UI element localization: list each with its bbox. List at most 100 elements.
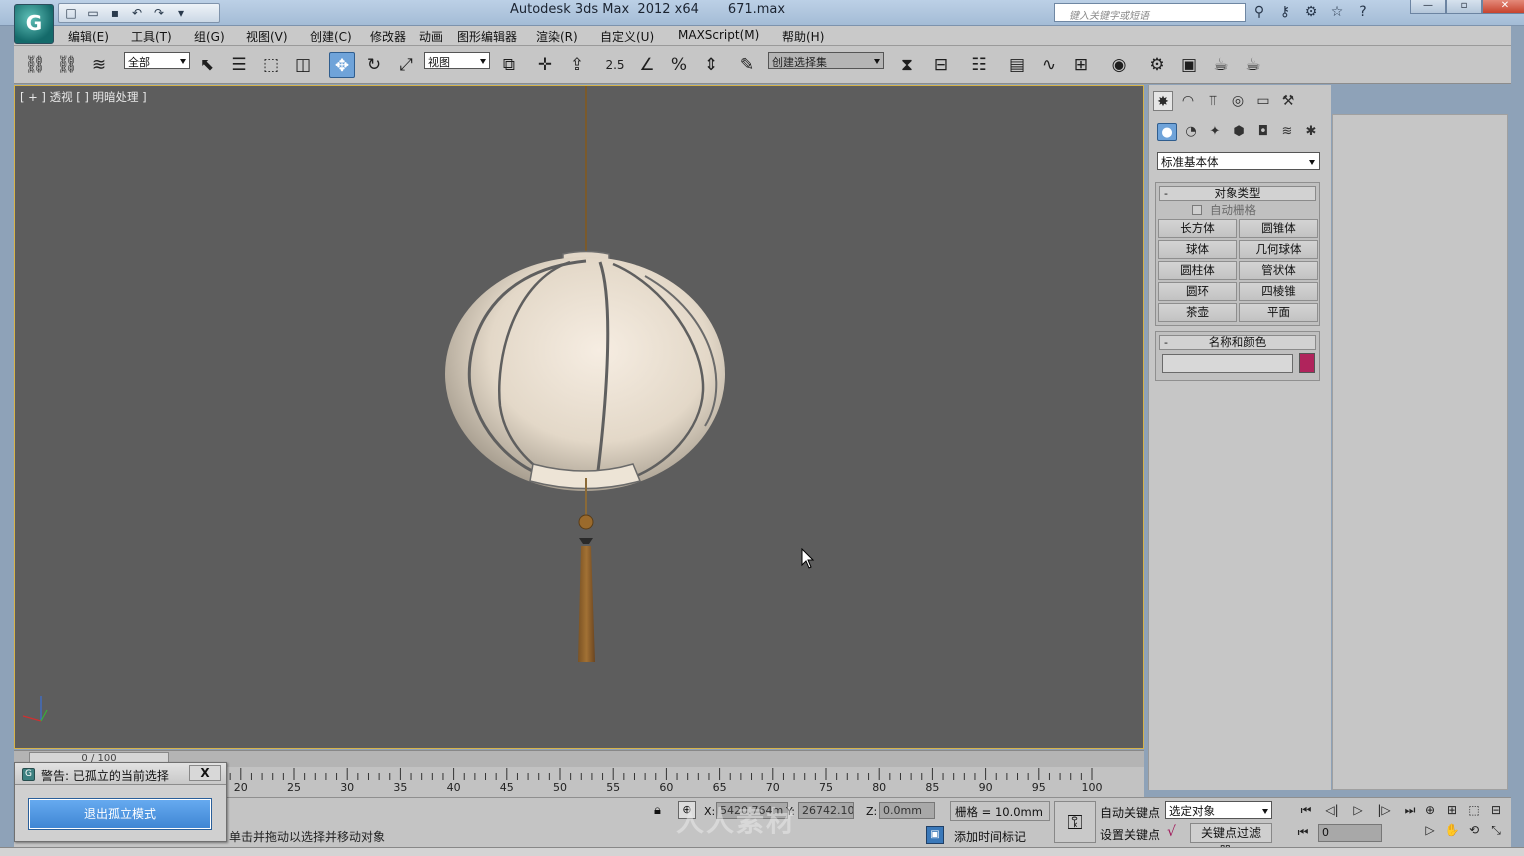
layer-manager-icon[interactable]: ☷ (966, 52, 992, 78)
link-icon[interactable]: ⛓ (22, 52, 48, 78)
add-time-tag-icon[interactable]: ▣ (926, 826, 944, 844)
render-production-icon[interactable]: ☕ (1208, 52, 1234, 78)
render-iterative-icon[interactable]: ☕ (1240, 52, 1266, 78)
close-button[interactable]: ✕ (1482, 0, 1524, 14)
geosphere-button[interactable]: 几何球体 (1239, 240, 1318, 259)
key-mode-toggle-icon[interactable]: ⏮ (1296, 824, 1310, 840)
unlink-icon[interactable]: ⛓ (54, 52, 80, 78)
cameras-icon[interactable]: ⬢ (1229, 123, 1249, 141)
pyramid-button[interactable]: 四棱锥 (1239, 282, 1318, 301)
box-button[interactable]: 长方体 (1158, 219, 1237, 238)
z-coordinate-field[interactable]: 0.0mm (879, 802, 935, 819)
orbit-icon[interactable]: ⟲ (1466, 822, 1482, 838)
go-to-end-icon[interactable]: ⏭ (1400, 802, 1420, 818)
save-icon[interactable]: ▪ (107, 6, 123, 20)
menu-rendering[interactable]: 渲染(R) (536, 28, 578, 45)
previous-frame-icon[interactable]: ◁| (1322, 802, 1342, 818)
primitive-category-dropdown[interactable]: 标准基本体 (1157, 152, 1320, 170)
menu-graph-editors[interactable]: 图形编辑器 (457, 28, 517, 45)
zoom-extents-all-icon[interactable]: ⊟ (1488, 802, 1504, 818)
key-selection-dropdown[interactable]: 选定对象 (1165, 801, 1272, 819)
cone-button[interactable]: 圆锥体 (1239, 219, 1318, 238)
zoom-all-icon[interactable]: ⊞ (1444, 802, 1460, 818)
zoom-icon[interactable]: ⊕ (1422, 802, 1438, 818)
edit-named-selection-icon[interactable]: ✎ (734, 52, 760, 78)
minimize-button[interactable]: — (1410, 0, 1446, 14)
select-manipulate-icon[interactable]: ✛ (532, 52, 558, 78)
object-type-header[interactable]: - 对象类型 (1159, 186, 1316, 201)
select-by-name-icon[interactable]: ☰ (226, 52, 252, 78)
open-icon[interactable]: ▭ (85, 6, 101, 20)
set-key-button[interactable]: 设置关键点 (1100, 826, 1160, 843)
schematic-view-icon[interactable]: ⊞ (1068, 52, 1094, 78)
lantern-model[interactable] (15, 86, 1144, 749)
search-input[interactable]: 键入关键字或短语 (1054, 3, 1246, 22)
select-move-icon[interactable]: ✥ (329, 52, 355, 78)
graphite-toggle-icon[interactable]: ▤ (1004, 52, 1030, 78)
menu-tools[interactable]: 工具(T) (131, 28, 172, 45)
undo-icon[interactable]: ↶ (129, 6, 145, 20)
object-name-field[interactable] (1162, 354, 1293, 373)
current-frame-field[interactable]: 0 (1318, 824, 1382, 842)
create-tab-icon[interactable]: ✸ (1153, 91, 1173, 111)
key-mode-icon[interactable]: √ (1167, 824, 1176, 840)
select-scale-icon[interactable]: ⤢ (393, 52, 419, 78)
utilities-tab-icon[interactable]: ⚒ (1278, 91, 1298, 111)
lights-icon[interactable]: ✦ (1205, 123, 1225, 141)
render-setup-icon[interactable]: ⚙ (1144, 52, 1170, 78)
select-rotate-icon[interactable]: ↻ (361, 52, 387, 78)
torus-button[interactable]: 圆环 (1158, 282, 1237, 301)
add-time-tag-button[interactable]: 添加时间标记 (954, 828, 1026, 845)
customize-icon[interactable]: ▾ (173, 6, 189, 20)
spinner-snap-icon[interactable]: ⇕ (698, 52, 724, 78)
subscription-icon[interactable]: ⚷ (1276, 3, 1294, 21)
help-icon[interactable]: ? (1354, 3, 1372, 21)
selection-lock-icon[interactable]: 🔒︎ (654, 803, 661, 818)
helpers-icon[interactable]: ◘ (1253, 123, 1273, 141)
tube-button[interactable]: 管状体 (1239, 261, 1318, 280)
space-warps-icon[interactable]: ≋ (1277, 123, 1297, 141)
align-icon[interactable]: ⊟ (928, 52, 954, 78)
reference-coordinate-dropdown[interactable]: 视图 (424, 52, 490, 69)
name-color-header[interactable]: - 名称和颜色 (1159, 335, 1316, 350)
geometry-icon[interactable]: ● (1157, 123, 1177, 141)
selection-filter-dropdown[interactable]: 全部 (124, 52, 190, 69)
menu-maxscript[interactable]: MAXScript(M) (678, 28, 759, 42)
angle-snap-icon[interactable]: ∠ (634, 52, 660, 78)
menu-group[interactable]: 组(G) (194, 28, 225, 45)
motion-tab-icon[interactable]: ◎ (1228, 91, 1248, 111)
material-editor-icon[interactable]: ◉ (1106, 52, 1132, 78)
isolate-close-button[interactable]: X (189, 765, 221, 781)
set-key-icon[interactable]: ⚿ (1054, 801, 1096, 843)
curve-editor-icon[interactable]: ∿ (1036, 52, 1062, 78)
rendered-frame-window-icon[interactable]: ▣ (1176, 52, 1202, 78)
key-filters-button[interactable]: 关键点过滤器... (1190, 823, 1272, 856)
next-frame-icon[interactable]: |▷ (1374, 802, 1394, 818)
shapes-icon[interactable]: ◔ (1181, 123, 1201, 141)
mirror-icon[interactable]: ⧗ (894, 52, 920, 78)
menu-help[interactable]: 帮助(H) (782, 28, 824, 45)
hierarchy-tab-icon[interactable]: ⫪ (1203, 91, 1223, 111)
communication-icon[interactable]: ⚙ (1302, 3, 1320, 21)
named-selection-dropdown[interactable]: 创建选择集 (768, 52, 884, 69)
play-icon[interactable]: ▷ (1348, 802, 1368, 818)
pan-view-icon[interactable]: ✋ (1444, 822, 1460, 838)
menu-views[interactable]: 视图(V) (246, 28, 288, 45)
pivot-center-icon[interactable]: ⧉ (496, 52, 522, 78)
menu-create[interactable]: 创建(C) (310, 28, 352, 45)
auto-key-button[interactable]: 自动关键点 (1100, 804, 1160, 821)
display-tab-icon[interactable]: ▭ (1253, 91, 1273, 111)
object-color-swatch[interactable] (1299, 353, 1315, 373)
go-to-start-icon[interactable]: ⏮ (1296, 802, 1316, 818)
favorites-icon[interactable]: ☆ (1328, 3, 1346, 21)
modify-tab-icon[interactable]: ◠ (1178, 91, 1198, 111)
menu-customize[interactable]: 自定义(U) (600, 28, 654, 45)
perspective-viewport[interactable]: [ + ] 透视 [ ] 明暗处理 ] (14, 85, 1144, 749)
field-of-view-icon[interactable]: ▷ (1422, 822, 1438, 838)
teapot-button[interactable]: 茶壶 (1158, 303, 1237, 322)
select-object-icon[interactable]: ⬉ (194, 52, 220, 78)
new-icon[interactable]: □ (63, 6, 79, 20)
exit-isolation-button[interactable]: 退出孤立模式 (28, 798, 212, 830)
binoculars-icon[interactable]: ⚲ (1250, 3, 1268, 21)
keyboard-shortcut-override-icon[interactable]: ⇪ (564, 52, 590, 78)
